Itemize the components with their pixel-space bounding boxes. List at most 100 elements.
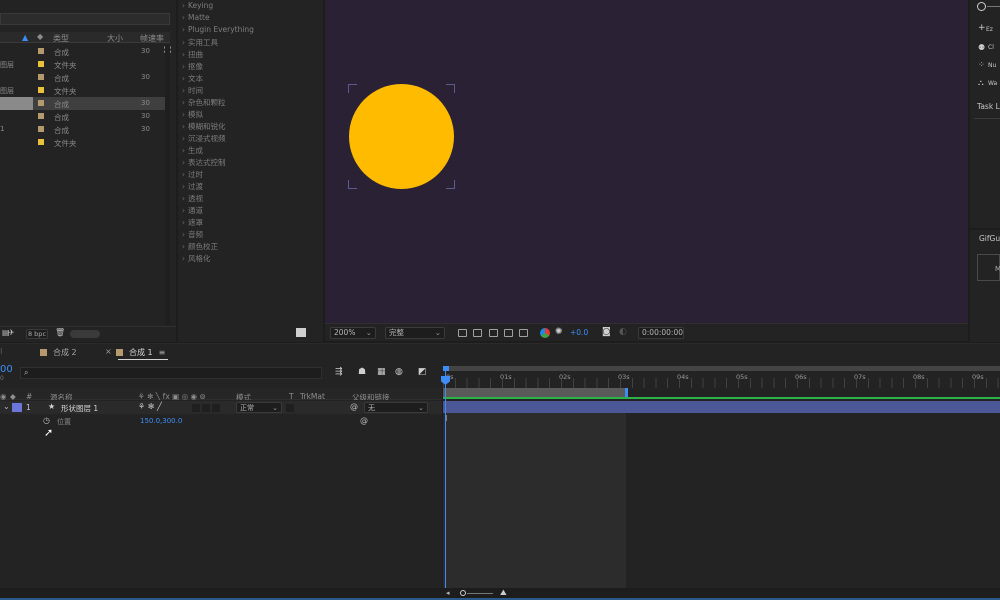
label-swatch[interactable] [38, 61, 44, 67]
shy-switch-icon[interactable]: ⚘ ✻ ╱ [138, 402, 162, 411]
slider-track[interactable] [987, 6, 1000, 7]
blend-mode-dropdown[interactable]: 正常 ⌄ [236, 402, 282, 413]
effect-category[interactable]: › 时间 [182, 85, 203, 96]
yellow-circle-shape[interactable] [349, 84, 454, 189]
layer-label-color[interactable] [12, 403, 22, 412]
people-icon[interactable]: ⚉ [978, 43, 985, 52]
dotted-square-icon[interactable]: ⁘ [978, 60, 985, 69]
fast-preview-icon[interactable] [458, 329, 467, 337]
column-fps[interactable]: 帧速率 [140, 33, 164, 44]
circle-tool-icon[interactable] [977, 2, 986, 11]
task-list-label[interactable]: Task L [977, 102, 1000, 111]
project-item[interactable]: 合成 30 [0, 45, 170, 58]
switch-box[interactable] [202, 404, 210, 412]
effect-category[interactable]: › 模糊和锐化 [182, 121, 226, 132]
region-of-interest-icon[interactable] [504, 329, 513, 337]
render-queue-icon[interactable]: ⁝ [0, 347, 3, 356]
work-area-bar[interactable] [443, 366, 1000, 371]
time-ruler[interactable]: 0s 01s 02s 03s 04s 05s 06s 07s 08s 09s [443, 366, 1000, 388]
effect-category[interactable]: › 遮罩 [182, 217, 203, 228]
label-swatch[interactable] [38, 48, 44, 54]
label-swatch[interactable] [38, 126, 44, 132]
preserve-transparency-box[interactable] [286, 404, 294, 412]
camera-snapshot-icon[interactable]: ◙ [602, 327, 611, 337]
pick-whip-icon[interactable]: @ [350, 402, 358, 411]
tab-comp-2[interactable]: 合成 2 [40, 347, 77, 358]
sort-up-icon[interactable]: ▲ [22, 33, 28, 42]
menu-icon[interactable]: ≡ [159, 348, 166, 357]
timeline-search-input[interactable]: ⌕ [20, 367, 322, 379]
close-icon[interactable]: × [105, 347, 112, 356]
mask-path-icon[interactable] [489, 329, 498, 337]
effect-category[interactable]: › 模拟 [182, 109, 203, 120]
zoom-out-icon[interactable]: ◂ [446, 589, 450, 597]
comp-flowchart-icon[interactable]: ⇶ [335, 367, 343, 377]
label-tag-icon[interactable]: ◆ [37, 32, 43, 41]
effect-category[interactable]: › Matte [182, 13, 210, 22]
effect-category[interactable]: › 通道 [182, 205, 203, 216]
graph-editor-icon[interactable]: ◩ [418, 367, 427, 377]
motion-blur-icon[interactable]: ◍ [395, 367, 403, 377]
trash-icon[interactable]: 🗑 [55, 328, 65, 337]
effect-category[interactable]: › 过渡 [182, 181, 203, 192]
label-swatch[interactable] [38, 87, 44, 93]
property-row[interactable]: ◷ 位置 150.0,300.0 @ [0, 415, 442, 427]
gifgun-button[interactable]: M [977, 254, 1000, 281]
effect-category[interactable]: › 颜色校正 [182, 241, 218, 252]
current-time-display[interactable]: 00 [0, 364, 13, 375]
project-search-input[interactable] [0, 13, 170, 25]
project-item[interactable]: 图层 文件夹 [0, 84, 170, 97]
new-comp-icon[interactable]: ✈ [8, 328, 15, 337]
effect-category[interactable]: › 扭曲 [182, 49, 203, 60]
bounding-corner-bl[interactable] [348, 180, 357, 189]
shy-layers-icon[interactable]: ☗ [358, 367, 366, 377]
composition-viewer[interactable] [325, 0, 968, 323]
new-preset-icon[interactable] [296, 328, 306, 337]
zoom-slider-track[interactable] [467, 593, 493, 594]
effect-category[interactable]: › 文本 [182, 73, 203, 84]
project-item[interactable]: 文件夹 [0, 136, 170, 149]
label-swatch[interactable] [38, 139, 44, 145]
work-area-start[interactable] [443, 366, 449, 371]
zoom-slider-thumb[interactable] [460, 590, 466, 596]
parent-dropdown[interactable]: 无 ⌄ [364, 402, 428, 413]
project-scrollbar[interactable] [165, 45, 170, 325]
composition-duration-bar[interactable] [443, 388, 626, 397]
add-icon[interactable]: + [978, 23, 986, 33]
wave-icon[interactable]: ⛬ [978, 78, 984, 88]
effect-category[interactable]: › 杂色和颗粒 [182, 97, 226, 108]
zoom-in-icon[interactable]: ⛰ [500, 588, 507, 598]
frame-blending-icon[interactable]: ▦ [377, 367, 386, 377]
project-item[interactable]: 合成 30 [0, 110, 170, 123]
transparency-grid-icon[interactable] [473, 329, 482, 337]
switch-box[interactable] [192, 404, 200, 412]
column-size[interactable]: 大小 [107, 33, 123, 44]
layer-row[interactable]: ⌄ 1 ★ 形状图层 1 ⚘ ✻ ╱ 正常 ⌄ @ 无 ⌄ [0, 401, 442, 414]
stopwatch-icon[interactable]: ◷ [43, 416, 50, 425]
project-item[interactable]: 1 合成 30 [0, 123, 170, 136]
label-swatch[interactable] [38, 113, 44, 119]
label-swatch[interactable] [38, 74, 44, 80]
effect-category[interactable]: › 实用工具 [182, 37, 218, 48]
effect-category[interactable]: › 表达式控制 [182, 157, 226, 168]
effect-category[interactable]: › 生成 [182, 145, 203, 156]
exposure-reset-icon[interactable]: ✺ [555, 327, 563, 337]
effect-category[interactable]: › 透视 [182, 193, 203, 204]
bpc-button[interactable]: 8 bpc [26, 329, 48, 339]
switch-box[interactable] [212, 404, 220, 412]
effect-category[interactable]: › Keying [182, 1, 213, 10]
effect-category[interactable]: › Plugin Everything [182, 25, 254, 34]
thumbnail-slider[interactable] [70, 330, 100, 338]
tab-comp-1[interactable]: 合成 1 ≡ [116, 347, 165, 358]
current-timecode[interactable]: 0:00:00:00 [638, 327, 684, 339]
resolution-dropdown[interactable]: 完整 ⌄ [385, 327, 445, 339]
project-item[interactable]: 图层 文件夹 [0, 58, 170, 71]
effect-category[interactable]: › 音频 [182, 229, 203, 240]
timeline-tracks[interactable]: I [441, 366, 1000, 588]
bounding-corner-tl[interactable] [348, 84, 357, 93]
effect-category[interactable]: › 沉浸式视频 [182, 133, 226, 144]
effect-category[interactable]: › 抠像 [182, 61, 203, 72]
bounding-corner-br[interactable] [446, 180, 455, 189]
pick-whip-icon[interactable]: @ [360, 416, 368, 425]
playhead-line[interactable] [445, 366, 446, 588]
